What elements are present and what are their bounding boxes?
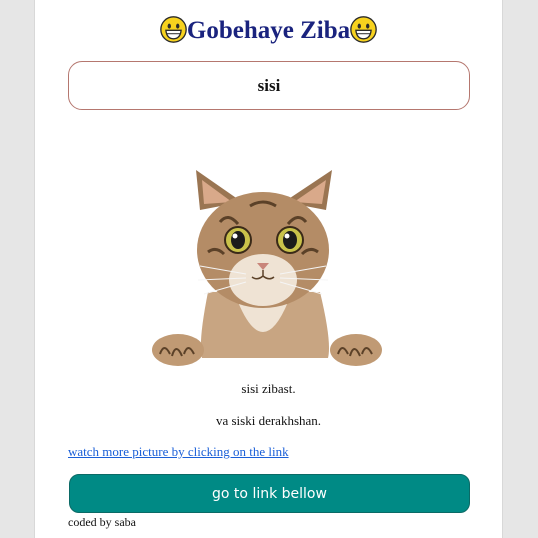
main-card: Gobehaye Ziba sisi sisi zibast. va siski… bbox=[35, 0, 502, 538]
description-line-2: va siski derakhshan. bbox=[215, 413, 322, 428]
footer-credit: coded by saba bbox=[68, 515, 136, 529]
more-pictures-link[interactable]: watch more picture by clicking on the li… bbox=[68, 444, 289, 460]
grinning-face-icon bbox=[350, 16, 377, 43]
title-text: Gobehaye Ziba bbox=[186, 17, 351, 44]
name-display-box: sisi bbox=[68, 61, 470, 110]
page-title: Gobehaye Ziba bbox=[35, 16, 502, 45]
description-line-1: sisi zibast. bbox=[241, 381, 296, 396]
go-to-link-button[interactable]: go to link bellow bbox=[69, 474, 470, 513]
grinning-face-icon bbox=[160, 16, 187, 43]
name-value: sisi bbox=[257, 75, 281, 95]
cat-image bbox=[152, 170, 382, 366]
